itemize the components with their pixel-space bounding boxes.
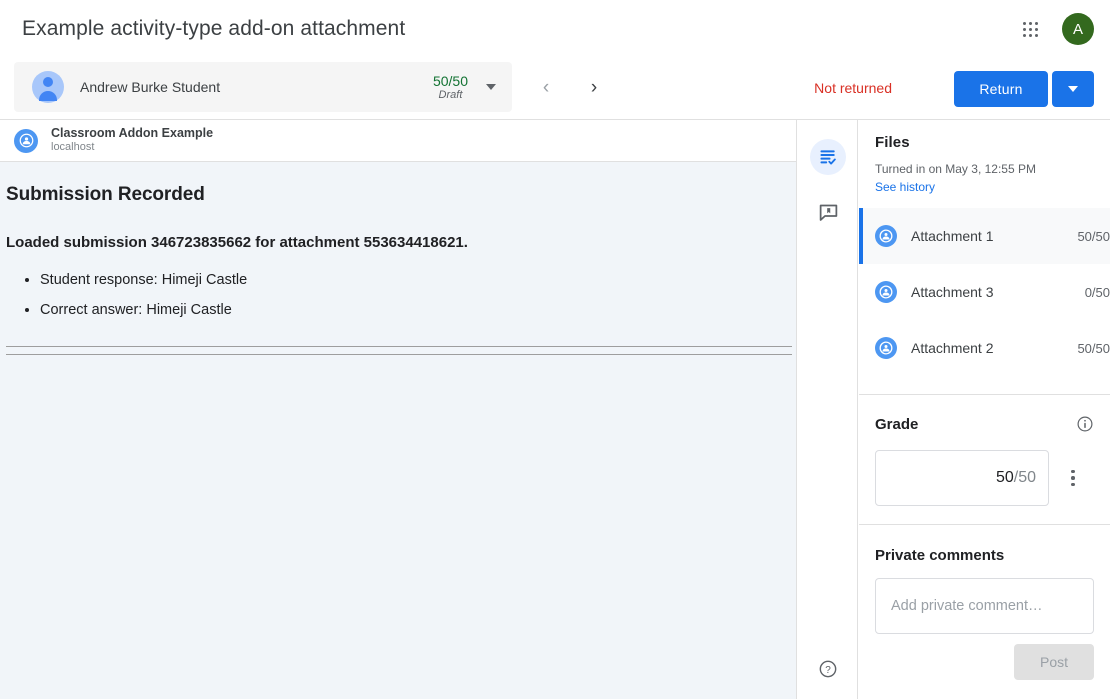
- post-comment-button[interactable]: Post: [1014, 644, 1094, 680]
- student-grade-summary: 50/50 Draft: [433, 73, 468, 102]
- return-button[interactable]: Return: [954, 71, 1048, 107]
- list-item: Student response: Himeji Castle: [40, 269, 796, 292]
- attachment-score: 50/50: [1077, 229, 1110, 244]
- grade-input-row: 50/50: [875, 450, 1094, 506]
- classroom-addon-icon: [14, 129, 38, 153]
- submission-detail-text: Loaded submission 346723835662 for attac…: [6, 234, 796, 251]
- attachment-score: 50/50: [1077, 341, 1110, 356]
- apps-dot: [1029, 28, 1032, 31]
- classroom-addon-icon: [875, 337, 897, 359]
- apps-dot: [1035, 28, 1038, 31]
- chevron-down-icon[interactable]: [486, 84, 496, 90]
- attachment-row[interactable]: Attachment 2 50/50: [859, 320, 1110, 376]
- grade-value: 50: [996, 469, 1014, 487]
- private-comment-input[interactable]: Add private comment…: [875, 578, 1094, 634]
- turned-in-timestamp: Turned in on May 3, 12:55 PM: [875, 162, 1094, 176]
- grade-input[interactable]: 50/50: [875, 450, 1049, 506]
- grading-panel: Files Turned in on May 3, 12:55 PM See h…: [859, 120, 1110, 699]
- help-question-icon[interactable]: ?: [810, 651, 846, 687]
- student-selector[interactable]: Andrew Burke Student 50/50 Draft: [14, 62, 512, 112]
- attachment-row[interactable]: Attachment 3 0/50: [859, 264, 1110, 320]
- addon-host: localhost: [51, 141, 213, 155]
- next-student-button[interactable]: ›: [576, 69, 612, 105]
- submission-bullet-list: Student response: Himeji Castle Correct …: [40, 269, 796, 322]
- apps-dot: [1029, 34, 1032, 37]
- previous-student-button[interactable]: ‹: [528, 69, 564, 105]
- files-title: Files: [875, 134, 1094, 151]
- addon-iframe-content: Classroom Addon Example localhost Submis…: [0, 120, 796, 699]
- action-bar: Andrew Burke Student 50/50 Draft ‹ › Not…: [0, 58, 1110, 120]
- private-comments-section: Private comments Add private comment… Po…: [859, 525, 1110, 680]
- addon-name: Classroom Addon Example: [51, 126, 213, 142]
- files-section: Files Turned in on May 3, 12:55 PM See h…: [859, 120, 1110, 196]
- addon-meta: Classroom Addon Example localhost: [51, 126, 213, 155]
- apps-dot: [1023, 22, 1026, 25]
- apps-dot: [1029, 22, 1032, 25]
- grade-section: Grade 50/50: [859, 395, 1110, 506]
- attachment-score: 0/50: [1085, 285, 1110, 300]
- addon-header: Classroom Addon Example localhost: [0, 120, 796, 162]
- return-status-text: Not returned: [814, 80, 892, 96]
- chevron-down-icon: [1068, 86, 1078, 92]
- apps-dot: [1023, 34, 1026, 37]
- student-state: Draft: [433, 89, 468, 102]
- apps-grid-icon[interactable]: [1014, 13, 1046, 45]
- apps-dot: [1023, 28, 1026, 31]
- svg-text:?: ?: [825, 665, 831, 676]
- side-icon-rail: ?: [796, 120, 858, 699]
- kebab-dot: [1071, 476, 1075, 480]
- grade-header: Grade: [875, 415, 1094, 433]
- grade-max: /50: [1014, 469, 1036, 487]
- return-options-button[interactable]: [1052, 71, 1094, 107]
- apps-dot: [1035, 34, 1038, 37]
- assignment-checklist-icon[interactable]: [810, 139, 846, 175]
- kebab-dot: [1071, 470, 1075, 474]
- classroom-addon-icon: [875, 225, 897, 247]
- student-name: Andrew Burke Student: [80, 79, 433, 95]
- list-item: Correct answer: Himeji Castle: [40, 299, 796, 322]
- attachment-list: Attachment 1 50/50 Attachment 3 0/50: [859, 208, 1110, 376]
- top-bar-actions: A: [1014, 0, 1094, 58]
- attachment-name: Attachment 1: [911, 228, 1077, 244]
- grade-label: Grade: [875, 416, 918, 433]
- addon-body: Submission Recorded Loaded submission 34…: [0, 162, 796, 355]
- attachment-row[interactable]: Attachment 1 50/50: [859, 208, 1110, 264]
- page-title: Example activity-type add-on attachment: [22, 17, 405, 41]
- top-bar: Example activity-type add-on attachment …: [0, 0, 1110, 58]
- attachment-name: Attachment 2: [911, 340, 1077, 356]
- see-history-link[interactable]: See history: [875, 180, 935, 194]
- apps-dot: [1035, 22, 1038, 25]
- more-vertical-icon[interactable]: [1059, 460, 1087, 496]
- divider-rule: [6, 354, 792, 355]
- info-circle-icon[interactable]: [1076, 415, 1094, 433]
- kebab-dot: [1071, 483, 1075, 487]
- divider-rule: [6, 346, 792, 347]
- student-score: 50/50: [433, 73, 468, 89]
- submission-heading: Submission Recorded: [6, 184, 796, 206]
- person-avatar-icon: [32, 71, 64, 103]
- grading-view: Example activity-type add-on attachment …: [0, 0, 1110, 699]
- private-comment-placeholder: Add private comment…: [891, 598, 1043, 614]
- private-comment-actions: Post: [875, 644, 1094, 680]
- private-comments-label: Private comments: [875, 547, 1094, 564]
- classroom-addon-icon: [875, 281, 897, 303]
- attachment-name: Attachment 3: [911, 284, 1085, 300]
- comment-bookmark-icon[interactable]: [810, 194, 846, 230]
- account-avatar[interactable]: A: [1062, 13, 1094, 45]
